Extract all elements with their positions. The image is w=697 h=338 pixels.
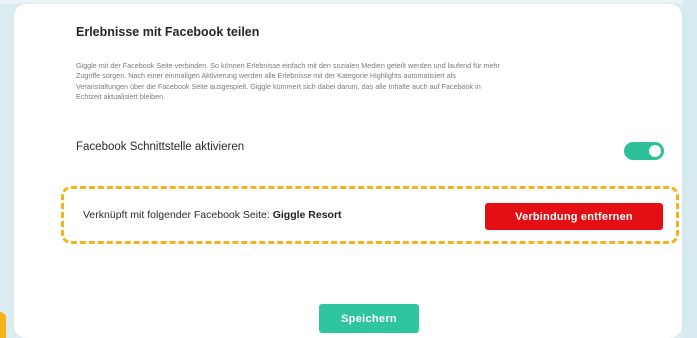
section-title: Erlebnisse mit Facebook teilen bbox=[76, 25, 260, 39]
page-background-right bbox=[683, 0, 697, 338]
accent-corner bbox=[0, 312, 6, 338]
facebook-interface-toggle[interactable] bbox=[624, 142, 664, 160]
facebook-settings-card: Erlebnisse mit Facebook teilen Giggle mi… bbox=[14, 4, 682, 338]
remove-connection-button[interactable]: Verbindung entfernen bbox=[485, 203, 663, 230]
toggle-knob bbox=[649, 145, 661, 157]
save-button[interactable]: Speichern bbox=[319, 304, 419, 333]
linked-page-info: Verknüpft mit folgender Facebook Seite: … bbox=[83, 209, 342, 221]
linked-page-prefix: Verknüpft mit folgender Facebook Seite: bbox=[83, 209, 273, 221]
facebook-interface-label: Facebook Schnittstelle aktivieren bbox=[76, 141, 245, 153]
section-description: Giggle mit der Facebook Seite verbinden.… bbox=[76, 61, 500, 102]
linked-page-name: Giggle Resort bbox=[272, 209, 342, 221]
